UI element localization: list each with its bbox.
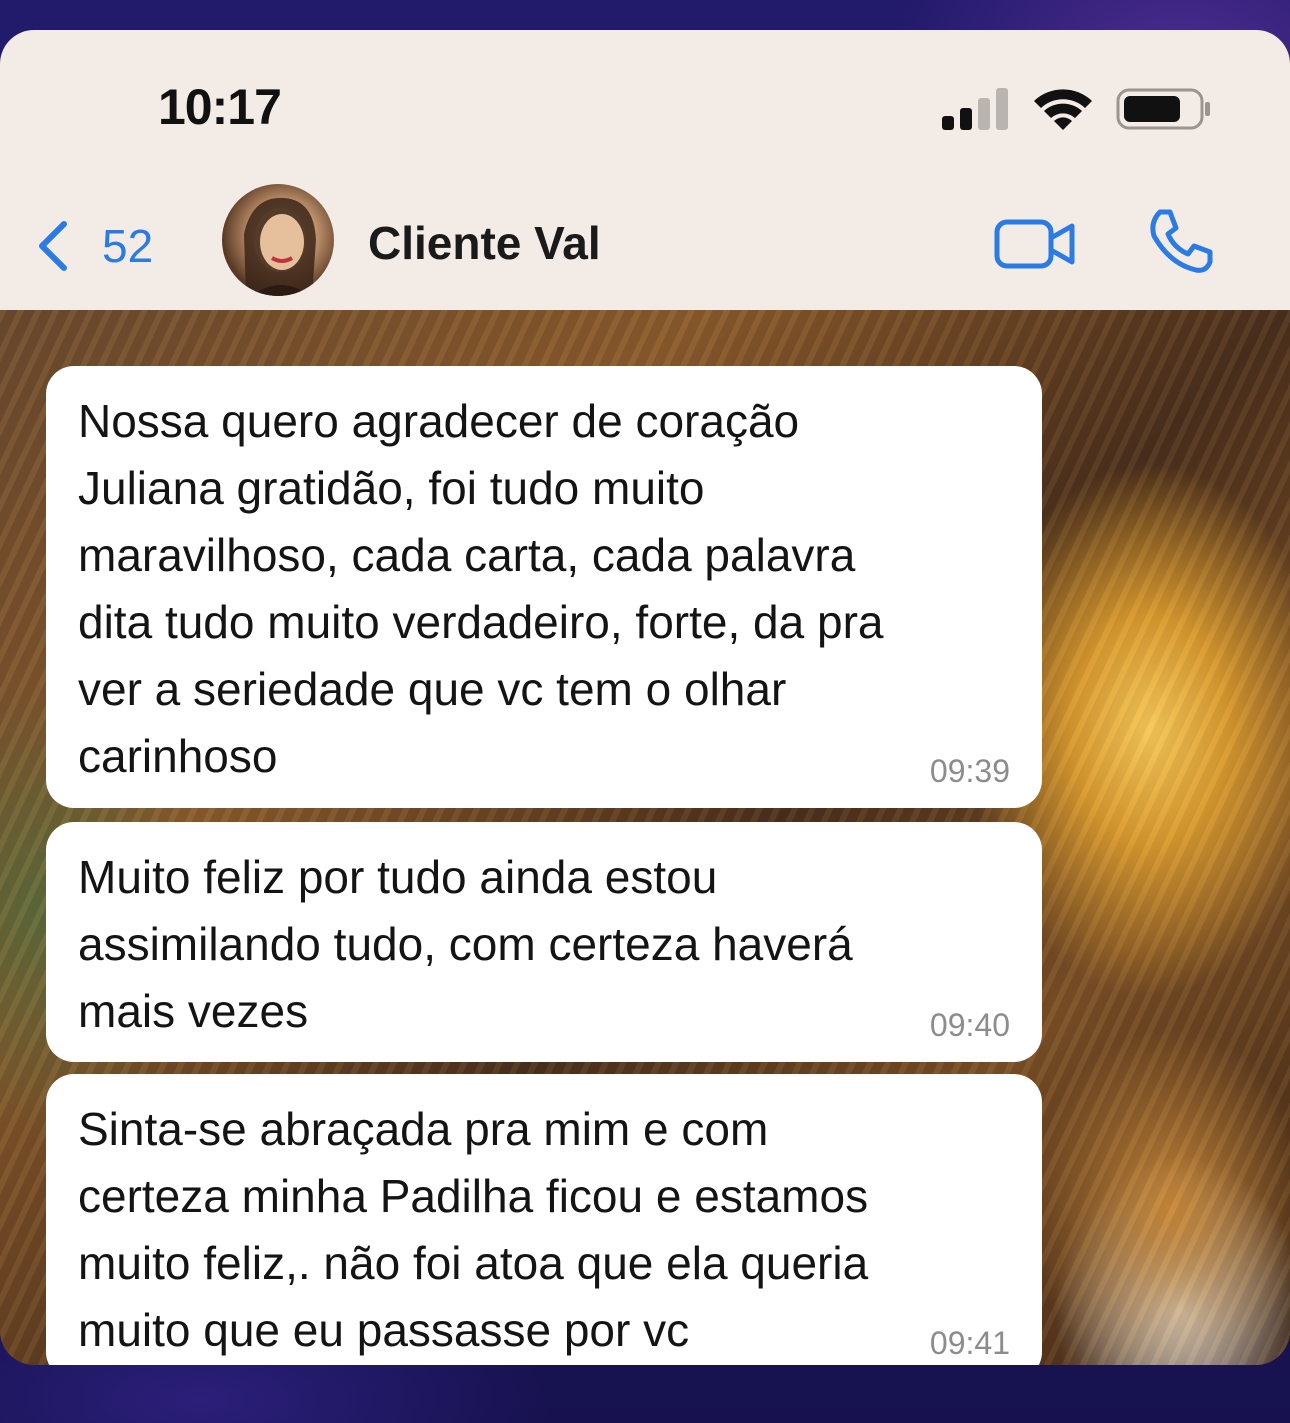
phone-icon[interactable]: [1146, 206, 1216, 276]
phone-screen: 10:17 52 Cliente Val Nossa quero agradec…: [0, 30, 1290, 1365]
message-time: 09:39: [929, 753, 1010, 789]
message-time: 09:41: [929, 1325, 1010, 1361]
back-button[interactable]: 52: [34, 216, 153, 276]
message-bubble[interactable]: Nossa quero agradecer de coração Juliana…: [46, 366, 1042, 808]
unread-count: 52: [102, 220, 154, 272]
message-text: Sinta-se abraçada pra mim e com certeza …: [78, 1103, 869, 1356]
battery-icon: [1116, 88, 1210, 130]
status-time: 10:17: [158, 79, 282, 135]
video-camera-icon[interactable]: [994, 216, 1076, 272]
avatar[interactable]: [222, 184, 334, 296]
message-bubble[interactable]: Sinta-se abraçada pra mim e com certeza …: [46, 1074, 1042, 1365]
chevron-left-icon: [39, 221, 67, 271]
cellular-signal-icon: [942, 88, 1008, 130]
message-bubble[interactable]: Muito feliz por tudo ainda estou assimil…: [46, 822, 1042, 1062]
message-text: Muito feliz por tudo ainda estou assimil…: [78, 851, 853, 1037]
message-text: Nossa quero agradecer de coração Juliana…: [78, 395, 884, 782]
contact-name[interactable]: Cliente Val: [368, 216, 601, 270]
wifi-icon: [1034, 89, 1092, 130]
message-time: 09:40: [929, 1007, 1010, 1043]
chat-area[interactable]: Nossa quero agradecer de coração Juliana…: [0, 310, 1290, 1365]
chat-header: 10:17 52 Cliente Val: [0, 30, 1290, 310]
